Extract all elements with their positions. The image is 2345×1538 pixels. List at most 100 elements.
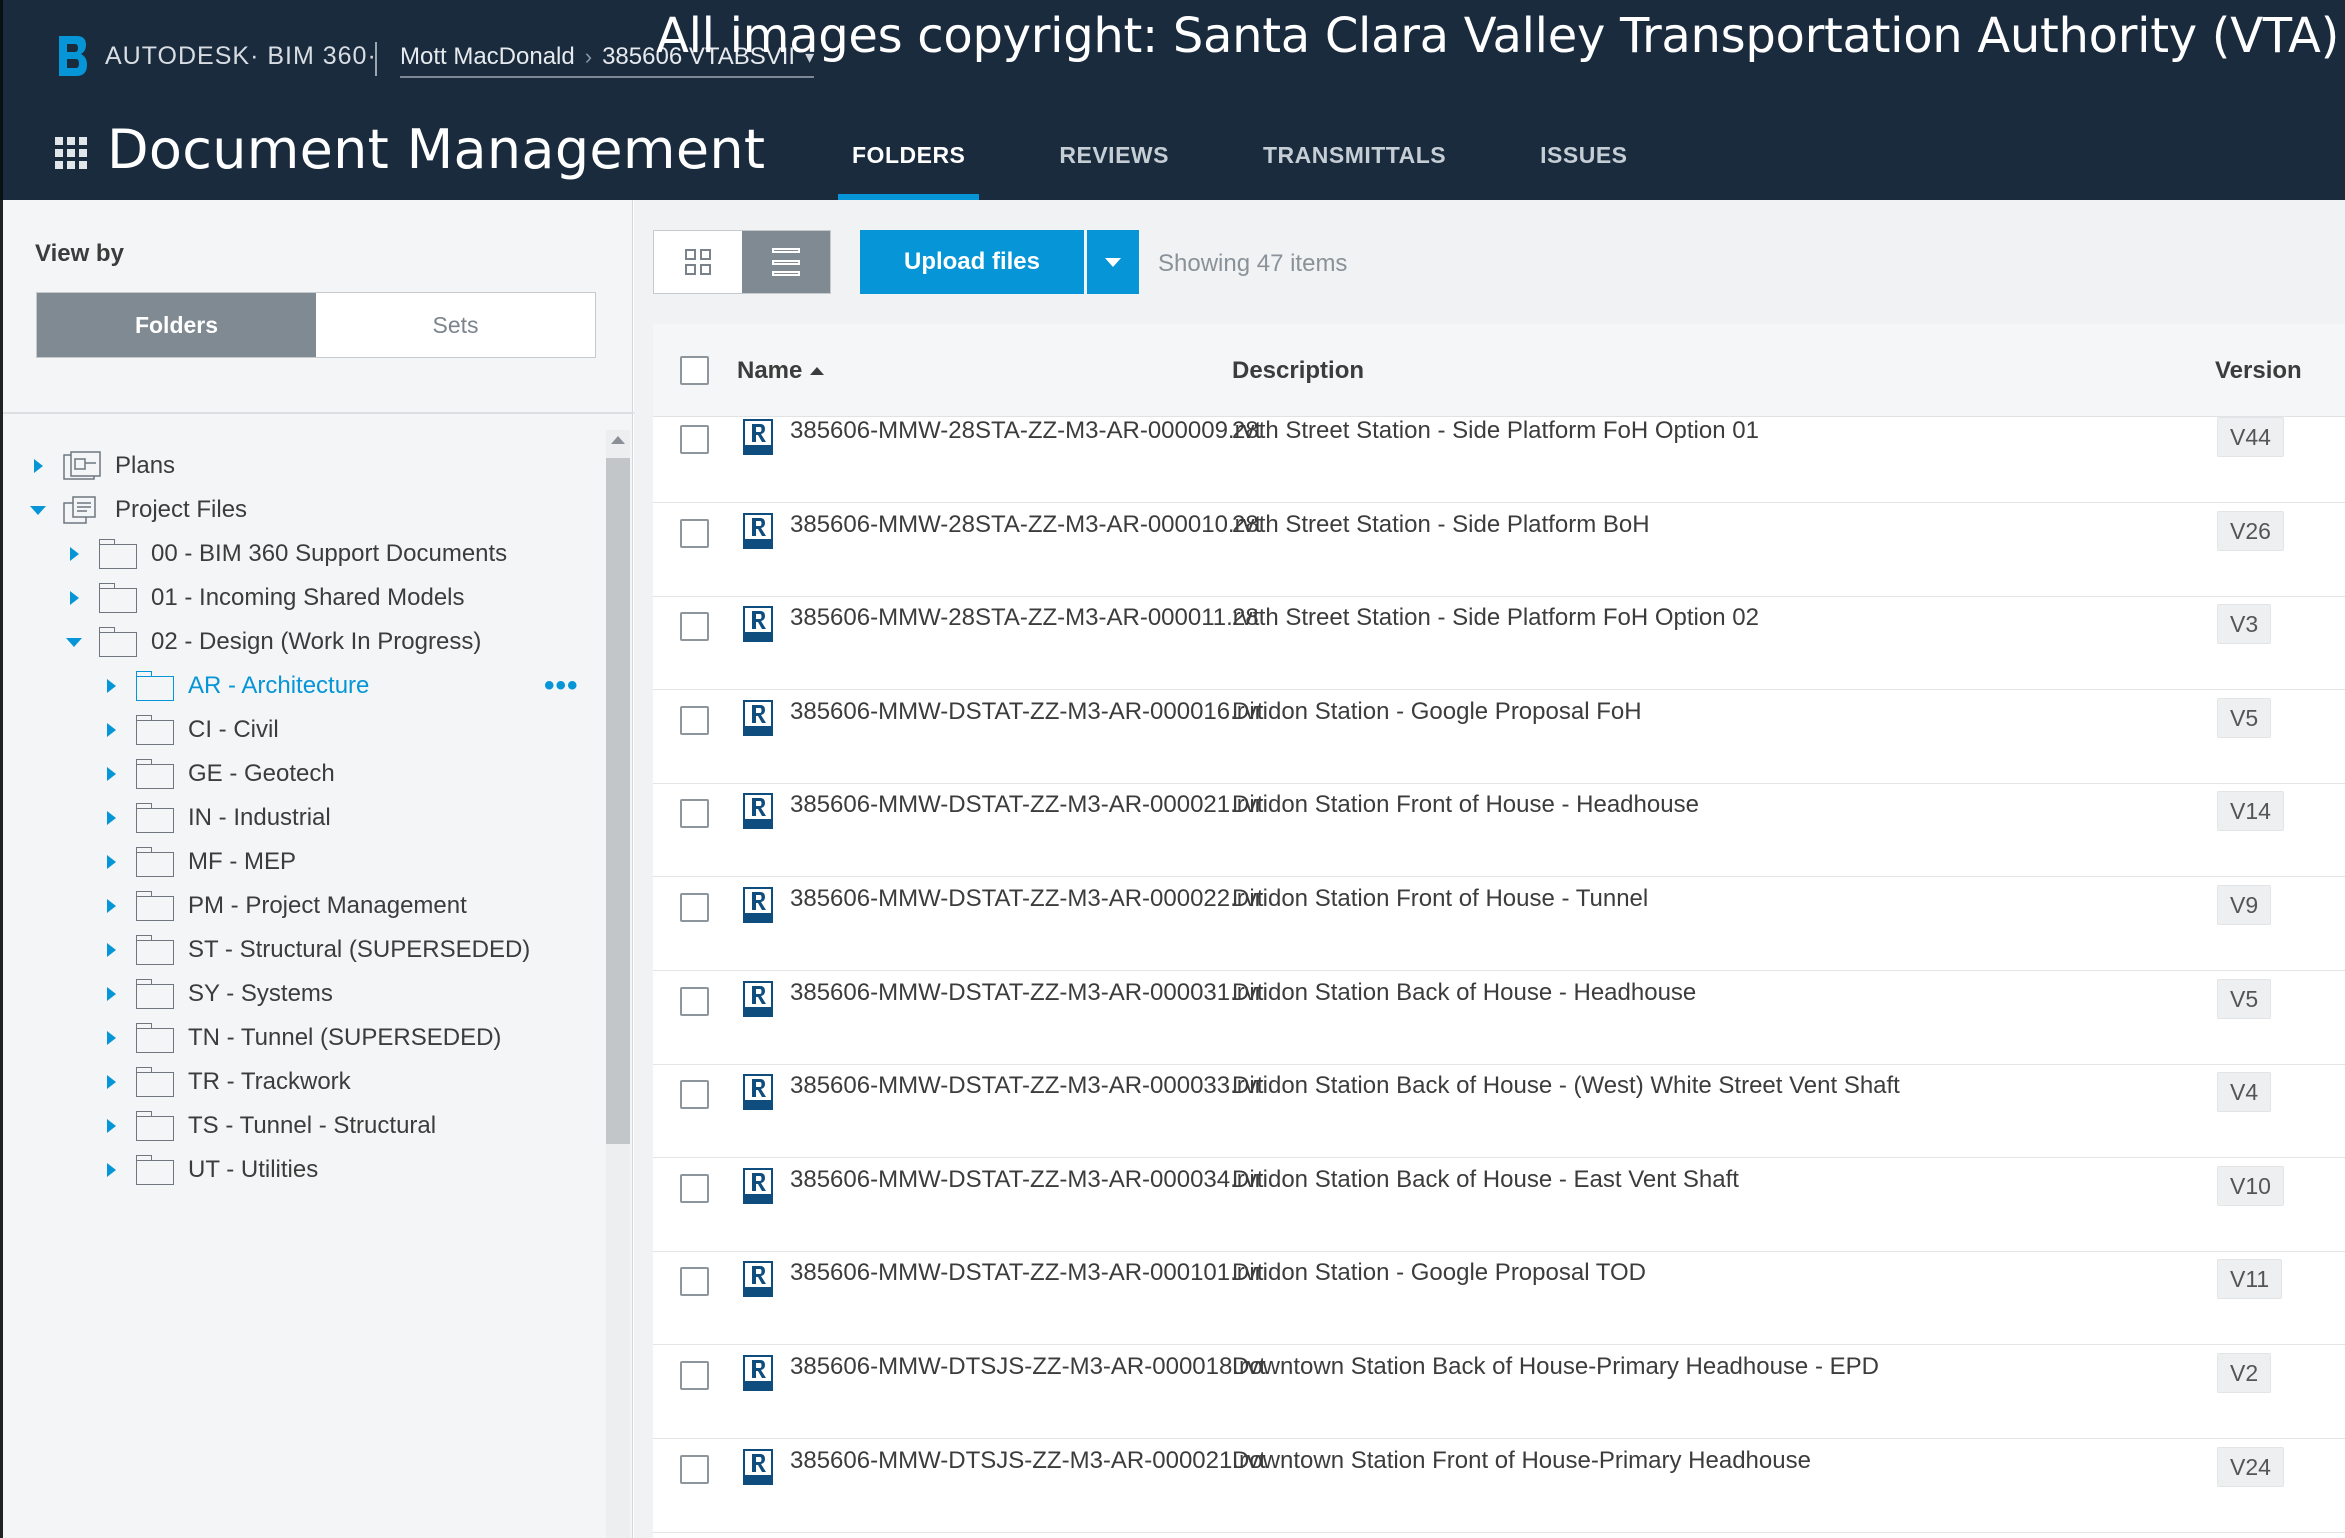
version-badge[interactable]: V5 xyxy=(2217,698,2272,738)
tree-item-folder[interactable]: 00 - BIM 360 Support Documents xyxy=(63,534,507,574)
row-checkbox[interactable] xyxy=(680,893,709,922)
tree-item-folder[interactable]: SY - Systems xyxy=(100,974,333,1014)
scroll-up-arrow-icon[interactable] xyxy=(611,436,625,444)
column-header-version[interactable]: Version xyxy=(2215,324,2302,417)
version-badge[interactable]: V26 xyxy=(2217,511,2284,551)
file-name-link[interactable]: 385606-MMW-DSTAT-ZZ-M3-AR-000016.rvt xyxy=(790,698,1263,726)
grid-view-button[interactable] xyxy=(654,231,742,293)
table-row[interactable]: 385606-MMW-DSTAT-ZZ-M3-AR-000034.rvt Diri… xyxy=(653,1158,2345,1252)
brand[interactable]: AUTODESK· BIM 360· xyxy=(55,34,377,78)
tree-item-folder-selected[interactable]: AR - Architecture ••• xyxy=(100,666,590,706)
file-name-link[interactable]: 385606-MMW-28STA-ZZ-M3-AR-000010.rvt xyxy=(790,511,1261,539)
collapse-caret-icon[interactable] xyxy=(27,499,49,521)
version-badge[interactable]: V4 xyxy=(2217,1072,2272,1112)
column-header-description[interactable]: Description xyxy=(1232,324,1364,417)
tree-item-folder[interactable]: TS - Tunnel - Structural xyxy=(100,1106,436,1146)
version-badge[interactable]: V11 xyxy=(2217,1259,2283,1299)
expand-caret-icon[interactable] xyxy=(100,851,122,873)
file-name-link[interactable]: 385606-MMW-DSTAT-ZZ-M3-AR-000033.rvt xyxy=(790,1072,1263,1100)
view-by-sets-button[interactable]: Sets xyxy=(316,293,595,357)
tree-item-folder[interactable]: PM - Project Management xyxy=(100,886,467,926)
file-name-link[interactable]: 385606-MMW-DTSJS-ZZ-M3-AR-000018.rvt xyxy=(790,1353,1266,1381)
view-by-folders-button[interactable]: Folders xyxy=(37,293,316,357)
file-name-link[interactable]: 385606-MMW-DSTAT-ZZ-M3-AR-000022.rvt xyxy=(790,885,1263,913)
upload-options-button[interactable] xyxy=(1087,230,1139,294)
table-row[interactable]: 385606-MMW-DSTAT-ZZ-M3-AR-000016.rvt Diri… xyxy=(653,690,2345,784)
file-name-link[interactable]: 385606-MMW-DTSJS-ZZ-M3-AR-000021.rvt xyxy=(790,1447,1266,1475)
sidebar-scrollbar[interactable] xyxy=(606,430,630,1538)
row-checkbox[interactable] xyxy=(680,1361,709,1390)
tree-item-folder[interactable]: ST - Structural (SUPERSEDED) xyxy=(100,930,530,970)
table-row[interactable]: 385606-MMW-DSTAT-ZZ-M3-AR-000022.rvt Diri… xyxy=(653,877,2345,971)
row-checkbox[interactable] xyxy=(680,1455,709,1484)
upload-files-button[interactable]: Upload files xyxy=(860,230,1084,294)
tree-item-folder[interactable]: TN - Tunnel (SUPERSEDED) xyxy=(100,1018,501,1058)
row-checkbox[interactable] xyxy=(680,1080,709,1109)
tab-transmittals[interactable]: TRANSMITTALS xyxy=(1249,110,1460,200)
table-row[interactable]: 385606-MMW-28STA-ZZ-M3-AR-000010.rvt 28th… xyxy=(653,503,2345,597)
row-checkbox[interactable] xyxy=(680,519,709,548)
tree-item-folder[interactable]: MF - MEP xyxy=(100,842,296,882)
select-all-checkbox[interactable] xyxy=(680,356,709,385)
version-badge[interactable]: V2 xyxy=(2217,1353,2272,1393)
scrollbar-thumb[interactable] xyxy=(606,458,630,1144)
list-view-button[interactable] xyxy=(742,231,830,293)
file-name-link[interactable]: 385606-MMW-DSTAT-ZZ-M3-AR-000101.rvt xyxy=(790,1259,1263,1287)
row-checkbox[interactable] xyxy=(680,1267,709,1296)
expand-caret-icon[interactable] xyxy=(100,1159,122,1181)
table-row[interactable]: 385606-MMW-DTSJS-ZZ-M3-AR-000021.rvt Down… xyxy=(653,1439,2345,1533)
file-name-link[interactable]: 385606-MMW-28STA-ZZ-M3-AR-000011.rvt xyxy=(790,604,1259,632)
tree-item-plans[interactable]: Plans xyxy=(27,446,175,486)
expand-caret-icon[interactable] xyxy=(100,939,122,961)
file-name-link[interactable]: 385606-MMW-DSTAT-ZZ-M3-AR-000031.rvt xyxy=(790,979,1263,1007)
expand-caret-icon[interactable] xyxy=(27,455,49,477)
tree-item-folder[interactable]: TR - Trackwork xyxy=(100,1062,351,1102)
row-checkbox[interactable] xyxy=(680,425,709,454)
collapse-caret-icon[interactable] xyxy=(63,631,85,653)
expand-caret-icon[interactable] xyxy=(100,1115,122,1137)
table-row[interactable]: 385606-MMW-DSTAT-ZZ-M3-AR-000031.rvt Diri… xyxy=(653,971,2345,1065)
version-badge[interactable]: V3 xyxy=(2217,604,2272,644)
table-row[interactable]: 385606-MMW-DSTAT-ZZ-M3-AR-000033.rvt Diri… xyxy=(653,1064,2345,1158)
version-badge[interactable]: V9 xyxy=(2217,885,2272,925)
expand-caret-icon[interactable] xyxy=(100,895,122,917)
expand-caret-icon[interactable] xyxy=(100,983,122,1005)
table-row[interactable]: 385606-MMW-28STA-ZZ-M3-AR-000011.rvt 28th… xyxy=(653,596,2345,690)
table-row[interactable]: 385606-MMW-DSTAT-ZZ-M3-AR-000021.rvt Diri… xyxy=(653,783,2345,877)
row-checkbox[interactable] xyxy=(680,799,709,828)
tree-item-folder[interactable]: UT - Utilities xyxy=(100,1150,318,1190)
tab-reviews[interactable]: REVIEWS xyxy=(1045,110,1183,200)
breadcrumb-account[interactable]: Mott MacDonald xyxy=(400,43,575,71)
column-header-name[interactable]: Name xyxy=(737,324,825,417)
row-checkbox[interactable] xyxy=(680,987,709,1016)
tree-item-folder[interactable]: IN - Industrial xyxy=(100,798,331,838)
expand-caret-icon[interactable] xyxy=(63,543,85,565)
row-checkbox[interactable] xyxy=(680,706,709,735)
version-badge[interactable]: V10 xyxy=(2217,1166,2284,1206)
expand-caret-icon[interactable] xyxy=(100,807,122,829)
expand-caret-icon[interactable] xyxy=(100,763,122,785)
tree-item-folder[interactable]: GE - Geotech xyxy=(100,754,335,794)
tab-folders[interactable]: FOLDERS xyxy=(838,110,980,200)
file-name-link[interactable]: 385606-MMW-28STA-ZZ-M3-AR-000009.rvt xyxy=(790,417,1261,445)
table-row[interactable]: 385606-MMW-28STA-ZZ-M3-AR-000009.rvt 28th… xyxy=(653,409,2345,503)
tree-item-project-files[interactable]: Project Files xyxy=(27,490,247,530)
more-actions-icon[interactable]: ••• xyxy=(544,666,579,706)
version-badge[interactable]: V24 xyxy=(2217,1447,2284,1487)
table-row[interactable]: 385606-MMW-DSTAT-ZZ-M3-AR-000101.rvt Diri… xyxy=(653,1251,2345,1345)
expand-caret-icon[interactable] xyxy=(100,1027,122,1049)
tree-item-folder[interactable]: 01 - Incoming Shared Models xyxy=(63,578,465,618)
version-badge[interactable]: V44 xyxy=(2217,417,2284,457)
row-checkbox[interactable] xyxy=(680,612,709,641)
app-switcher-icon[interactable] xyxy=(55,137,87,169)
file-name-link[interactable]: 385606-MMW-DSTAT-ZZ-M3-AR-000021.rvt xyxy=(790,791,1263,819)
row-checkbox[interactable] xyxy=(680,1174,709,1203)
version-badge[interactable]: V14 xyxy=(2217,791,2284,831)
version-badge[interactable]: V5 xyxy=(2217,979,2272,1019)
expand-caret-icon[interactable] xyxy=(63,587,85,609)
tab-issues[interactable]: ISSUES xyxy=(1526,110,1641,200)
tree-item-folder[interactable]: 02 - Design (Work In Progress) xyxy=(63,622,481,662)
table-row[interactable]: 385606-MMW-DTSJS-ZZ-M3-AR-000018.rvt Down… xyxy=(653,1345,2345,1439)
file-name-link[interactable]: 385606-MMW-DSTAT-ZZ-M3-AR-000034.rvt xyxy=(790,1166,1263,1194)
tree-item-folder[interactable]: CI - Civil xyxy=(100,710,279,750)
